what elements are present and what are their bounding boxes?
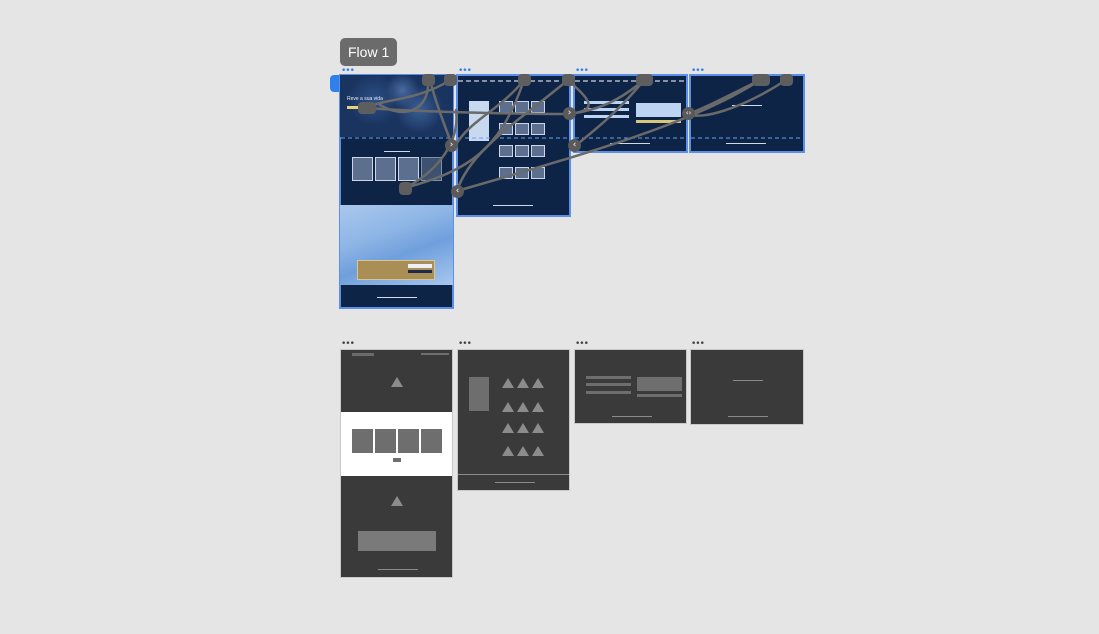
more-dots-icon[interactable]: ••• [575,340,589,349]
footer-placeholder [728,416,768,417]
product-image [515,167,529,179]
footer-text [610,143,650,144]
footer-text [377,297,417,298]
form-input [584,108,629,111]
product-image [499,145,513,157]
artboard-wire-confirmation[interactable] [690,349,804,425]
footer-placeholder [378,569,418,570]
button-placeholder [393,458,401,462]
artboard-design-catalog[interactable] [456,74,571,217]
newsletter-button [408,270,432,273]
artboard-design-confirmation[interactable] [689,74,805,153]
image-placeholder-icon [391,496,403,506]
product-image [499,167,513,179]
product-image [531,101,545,113]
form-submit [636,120,681,123]
image-placeholder-icon [502,378,514,388]
filter-placeholder [469,377,489,411]
image-placeholder-icon [502,402,514,412]
link-handle[interactable] [422,74,435,86]
link-handle[interactable] [399,182,412,195]
image-placeholder-icon [532,378,544,388]
card-image [375,157,396,181]
link-handle[interactable] [752,74,770,86]
newsletter-input [408,264,432,268]
artboard-wire-catalog[interactable] [457,349,570,491]
more-dots-icon[interactable]: ••• [575,67,589,76]
image-placeholder-icon [502,446,514,456]
flow-start-marker[interactable] [330,75,340,92]
form-input [584,115,629,118]
input-placeholder [586,391,631,394]
image-placeholder-icon [517,423,529,433]
image-placeholder-icon [532,402,544,412]
card-placeholder [352,429,373,453]
card-image [421,157,442,181]
product-image [531,123,545,135]
more-dots-icon[interactable]: ••• [341,67,355,76]
product-image [531,167,545,179]
image-placeholder-icon [517,378,529,388]
more-dots-icon[interactable]: ••• [691,340,705,349]
product-image [499,123,513,135]
more-dots-icon[interactable]: ••• [341,340,355,349]
artboard-wire-form[interactable] [574,349,687,424]
footer-text [493,205,533,206]
card-image [352,157,373,181]
link-handle[interactable] [636,74,653,86]
link-handle[interactable] [358,102,376,114]
divider [458,474,569,475]
link-handle[interactable] [444,74,457,86]
filter-panel [469,101,489,141]
image-placeholder-icon [532,446,544,456]
submit-placeholder [637,394,682,397]
confirmation-text [732,105,762,106]
newsletter-placeholder [358,531,436,551]
chevron-right-icon[interactable]: › [563,107,576,120]
artboard-design-home[interactable]: Reve a sua vida [339,74,454,309]
footer-text [726,143,766,144]
text-placeholder [733,380,763,381]
image-placeholder-icon [517,446,529,456]
card-placeholder [375,429,396,453]
image-placeholder-icon [502,423,514,433]
chevron-left-icon[interactable]: ‹ [568,139,581,152]
more-dots-icon[interactable]: ••• [458,67,472,76]
nav-placeholder [421,353,449,355]
textarea-placeholder [637,377,682,391]
footer-placeholder [495,482,535,483]
flow-label[interactable]: Flow 1 [340,38,398,66]
input-placeholder [586,383,631,386]
image-placeholder-icon [391,377,403,387]
section-heading [384,151,410,152]
card-image [398,157,419,181]
image-placeholder-icon [532,423,544,433]
chevron-left-icon[interactable]: ‹ [451,185,464,198]
footer-placeholder [612,416,652,417]
chevron-swap-icon[interactable]: ‹› [682,107,695,120]
image-placeholder-icon [517,402,529,412]
form-textarea [636,103,681,117]
card-placeholder [398,429,419,453]
form-input [584,101,629,104]
chevron-right-icon[interactable]: › [445,139,458,152]
more-dots-icon[interactable]: ••• [458,340,472,349]
product-image [515,123,529,135]
product-image [499,101,513,113]
artboard-design-form[interactable] [573,74,688,153]
product-image [515,101,529,113]
product-image [515,145,529,157]
link-handle[interactable] [780,74,793,86]
link-handle[interactable] [518,74,531,86]
logo-placeholder [352,353,374,356]
artboard-wire-home[interactable] [340,349,453,578]
more-dots-icon[interactable]: ••• [691,67,705,76]
input-placeholder [586,376,631,379]
card-placeholder [421,429,442,453]
link-handle[interactable] [562,74,575,86]
product-image [531,145,545,157]
